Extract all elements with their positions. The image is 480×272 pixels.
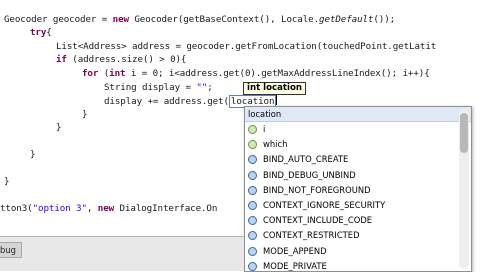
code-token: } [56,122,62,133]
completion-item-label: CONTEXT_INCLUDE_CODE [263,215,373,226]
debug-tab-label: bug [0,245,16,255]
code-line: } [56,122,62,134]
code-token: Geocoder geocoder = [4,14,113,25]
code-line: List<Address> address = geocoder.getFrom… [56,41,436,53]
completion-item[interactable]: CONTEXT_RESTRICTED [245,228,471,243]
bottom-panel [0,236,244,271]
code-line: } [30,149,36,161]
completion-selected-item[interactable]: location [245,107,471,122]
code-token: ()); [373,14,396,25]
local-variable-icon [248,140,257,150]
completion-item-label: BIND_DEBUG_UNBIND [263,169,356,180]
completion-scroll-thumb[interactable] [460,113,468,153]
code-token: (address.size() > 0){ [66,54,187,65]
code-token: } [4,176,10,187]
code-token: int [109,68,126,79]
code-token: new [97,203,115,214]
code-token: try [30,27,47,38]
code-line: } [82,109,88,121]
code-token: { [46,27,52,38]
constant-field-icon [248,201,257,211]
text-cursor [276,95,278,105]
code-line: Geocoder geocoder = new Geocoder(getBase… [4,14,395,26]
completion-list[interactable]: i which BIND_AUTO_CREATE BIND_DEBUG_UNBIND B… [245,122,471,271]
code-token: ( [98,68,110,79]
completion-item[interactable]: i [245,122,471,137]
completion-selected-label: location [248,109,282,119]
code-token: DialogInterface.On [114,203,218,214]
constant-field-icon [248,246,257,256]
code-line: tton3("option 3", new DialogInterface.On [0,203,217,215]
code-token: String display = [104,82,197,93]
constant-field-icon [248,170,257,180]
constant-field-icon [248,216,257,226]
completion-item[interactable]: which [245,137,471,152]
code-token: "" [196,82,208,93]
completion-item[interactable]: CONTEXT_IGNORE_SECURITY [245,198,471,213]
completion-item-label: BIND_AUTO_CREATE [263,154,349,165]
debug-tab[interactable]: bug [0,242,22,258]
code-line: } [4,176,10,188]
completion-item[interactable]: BIND_AUTO_CREATE [245,152,471,167]
code-token: if [56,54,67,65]
code-token: i = 0; i<address.get(0).getMaxAddressLin… [125,68,430,79]
parameter-hint-tooltip: int location [243,82,306,95]
parameter-hint-text: int location [247,83,302,93]
constant-field-icon [248,261,257,271]
code-token: Geocoder(getBaseContext(), Locale. [128,14,320,25]
completion-scrollbar[interactable] [459,109,469,269]
constant-field-icon [248,231,257,241]
code-token: tton3( [0,203,33,214]
completion-item-label: BIND_NOT_FOREGROUND [263,184,371,195]
completion-item-label: MODE_PRIVATE [263,260,327,271]
code-token: "option 3" [32,203,87,214]
code-token: new [112,14,129,25]
code-line: try{ [30,27,52,39]
completion-item-label: i [263,124,266,134]
constant-field-icon [248,185,257,195]
completion-item-label: CONTEXT_RESTRICTED [263,230,360,241]
completion-item[interactable]: CONTEXT_INCLUDE_CODE [245,213,471,228]
code-token: getDefault [319,14,374,25]
completion-item[interactable]: BIND_NOT_FOREGROUND [245,183,471,198]
local-variable-icon [248,125,257,135]
code-token: for [82,68,99,79]
code-line: if (address.size() > 0){ [56,54,186,66]
code-token: display += address.get( [104,96,229,107]
constant-field-icon [248,155,257,165]
completion-item-label: which [263,139,288,150]
completion-item[interactable]: BIND_DEBUG_UNBIND [245,168,471,183]
completion-item-label: CONTEXT_IGNORE_SECURITY [263,199,386,210]
code-token: } [82,109,88,120]
completion-item-label: MODE_APPEND [263,245,327,256]
code-token: } [30,149,36,160]
code-line: String display = ""; [104,82,213,94]
code-line: for (int i = 0; i<address.get(0).getMaxA… [82,68,430,80]
code-token: List<Address> address = geocoder.getFrom… [56,41,437,52]
completion-item[interactable]: MODE_PRIVATE [245,259,471,271]
code-token: ; [207,82,213,93]
code-completion-popup[interactable]: location i which BIND_AUTO_CREATE BIND_DEBU… [244,106,472,272]
code-token: , [86,203,98,214]
completion-item[interactable]: MODE_APPEND [245,244,471,259]
